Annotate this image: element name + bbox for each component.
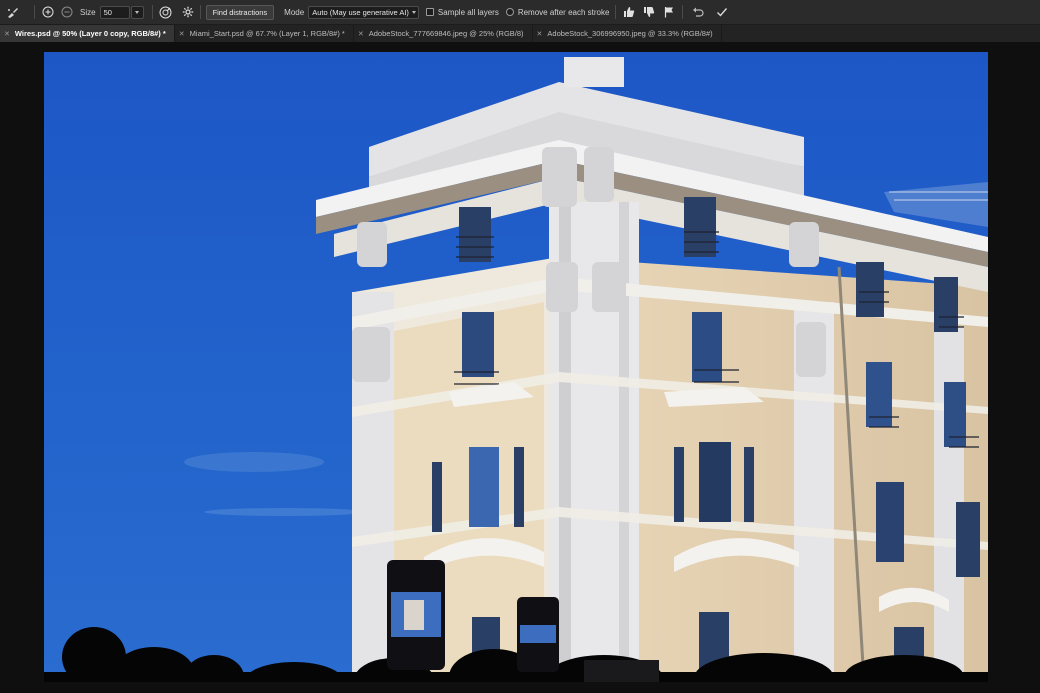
building-photo [44,52,988,682]
gear-icon[interactable] [180,4,196,20]
chevron-down-icon [411,10,416,14]
mode-label: Mode [284,7,305,17]
brush-icon[interactable] [4,4,20,20]
tab-adobestock-777669846[interactable]: ✕ AdobeStock_777669846.jpeg @ 25% (RGB/8… [354,25,533,42]
tab-label: Miami_Start.psd @ 67.7% (Layer 1, RGB/8#… [189,29,345,38]
divider [34,5,35,19]
sample-all-layers-label: Sample all layers [437,7,499,17]
remove-after-stroke-label: Remove after each stroke [517,7,610,17]
flag-icon[interactable] [661,4,677,20]
size-input[interactable]: 50 [99,5,130,19]
options-bar: Size 50 Find distractions Mode Auto (May… [0,0,1040,25]
close-icon[interactable]: ✕ [358,30,364,38]
tab-wires[interactable]: ✕ Wires.psd @ 50% (Layer 0 copy, RGB/8#)… [0,25,175,42]
image-canvas[interactable] [44,52,988,682]
size-value: 50 [103,7,112,17]
tab-label: AdobeStock_777669846.jpeg @ 25% (RGB/8) [368,29,524,38]
sample-all-layers-checkbox[interactable] [425,8,434,16]
mode-select[interactable]: Auto (May use generative AI) [308,5,419,19]
checkmark-icon[interactable] [714,4,730,20]
close-icon[interactable]: ✕ [179,30,185,38]
close-icon[interactable]: ✕ [537,30,543,38]
find-distractions-button[interactable]: Find distractions [205,4,275,20]
divider [615,5,617,19]
workspace [0,42,1040,693]
tab-label: AdobeStock_306996950.jpeg @ 33.3% (RGB/8… [547,29,713,38]
find-distractions-label: Find distractions [212,7,268,17]
pressure-icon[interactable] [158,4,174,20]
plus-circle-icon[interactable] [40,4,56,20]
divider [199,5,201,19]
tab-adobestock-306996950[interactable]: ✕ AdobeStock_306996950.jpeg @ 33.3% (RGB… [533,25,722,42]
remove-after-stroke-checkbox[interactable] [505,8,514,16]
minus-circle-icon[interactable] [59,4,75,20]
chevron-down-icon [134,10,139,14]
tab-label: Wires.psd @ 50% (Layer 0 copy, RGB/8#) * [14,29,166,38]
thumbs-up-icon[interactable] [621,4,637,20]
mode-value: Auto (May use generative AI) [312,7,409,17]
size-label: Size [80,7,96,17]
thumbs-down-icon[interactable] [641,4,657,20]
document-tabs: ✕ Wires.psd @ 50% (Layer 0 copy, RGB/8#)… [0,25,1040,42]
tab-miami-start[interactable]: ✕ Miami_Start.psd @ 67.7% (Layer 1, RGB/… [175,25,354,42]
size-dropdown[interactable] [130,5,144,19]
close-icon[interactable]: ✕ [4,30,10,38]
divider [151,5,153,19]
undo-icon[interactable] [690,4,706,20]
divider [682,5,684,19]
